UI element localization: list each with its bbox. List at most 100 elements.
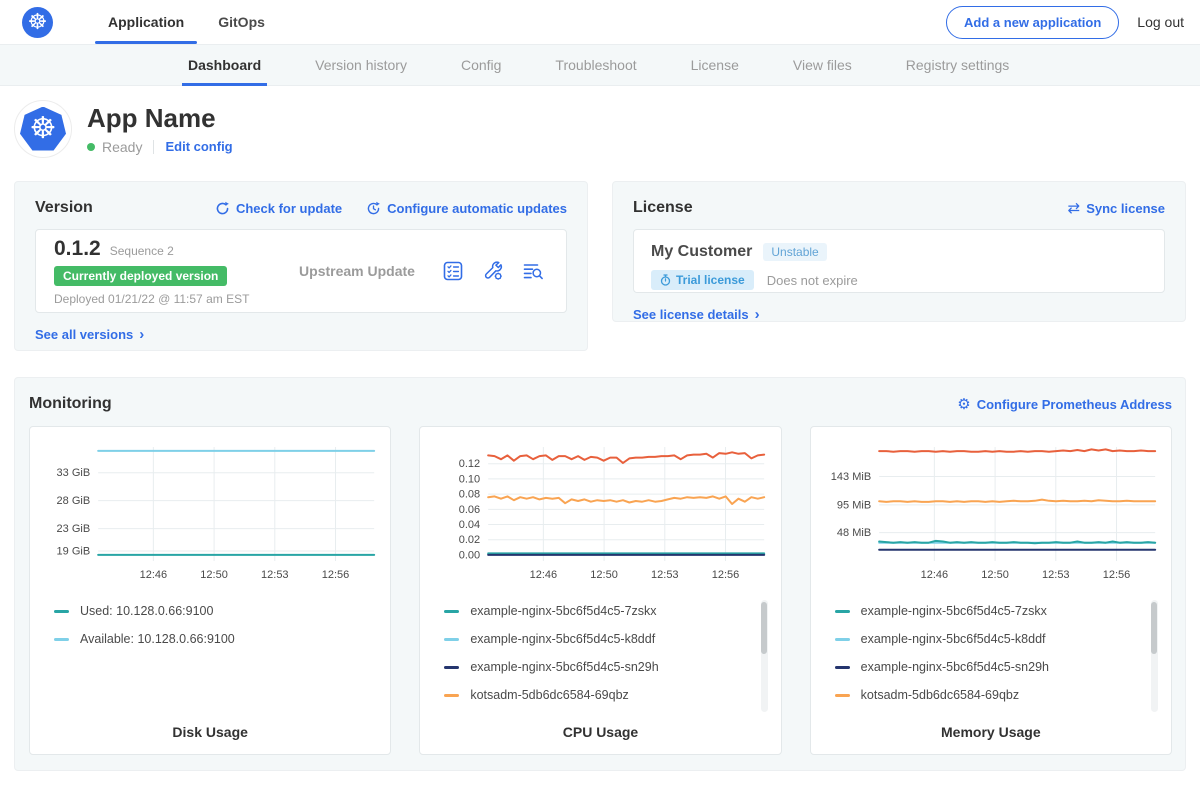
stopwatch-icon bbox=[660, 274, 671, 286]
svg-text:23 GiB: 23 GiB bbox=[57, 523, 91, 535]
status-text: Ready bbox=[102, 139, 142, 155]
svg-text:12:56: 12:56 bbox=[712, 569, 740, 581]
see-all-versions-link[interactable]: See all versions › bbox=[35, 327, 144, 342]
sub-tab-dashboard[interactable]: Dashboard bbox=[188, 45, 261, 85]
top-nav-tabs: ApplicationGitOps bbox=[91, 0, 282, 44]
svg-text:95 MiB: 95 MiB bbox=[837, 499, 871, 511]
svg-text:0.00: 0.00 bbox=[459, 549, 480, 561]
svg-text:12:46: 12:46 bbox=[140, 569, 168, 581]
svg-text:33 GiB: 33 GiB bbox=[57, 467, 91, 479]
cpu-usage-legend: example-nginx-5bc6f5d4c5-7zskx example-ng… bbox=[430, 597, 770, 715]
svg-text:12:53: 12:53 bbox=[1042, 569, 1070, 581]
sub-tab-license[interactable]: License bbox=[691, 45, 739, 85]
legend-item: example-nginx-5bc6f5d4c5-k8ddf bbox=[444, 625, 752, 653]
status-dot-icon bbox=[87, 143, 95, 151]
legend-scrollbar[interactable] bbox=[1151, 600, 1158, 712]
sub-tab-registry-settings[interactable]: Registry settings bbox=[906, 45, 1009, 85]
svg-text:0.12: 0.12 bbox=[459, 458, 480, 470]
check-for-update-link[interactable]: Check for update bbox=[215, 201, 342, 216]
legend-label: example-nginx-5bc6f5d4c5-sn29h bbox=[470, 660, 658, 674]
kubernetes-app-icon: ☸ bbox=[20, 107, 66, 151]
add-application-button[interactable]: Add a new application bbox=[946, 6, 1119, 39]
configure-automatic-updates-link[interactable]: Configure automatic updates bbox=[366, 201, 567, 216]
sub-tab-view-files[interactable]: View files bbox=[793, 45, 852, 85]
license-card: License ⇄ Sync license My Customer Unsta… bbox=[612, 181, 1186, 322]
logout-link[interactable]: Log out bbox=[1137, 14, 1184, 30]
top-tab-application[interactable]: Application bbox=[91, 0, 201, 44]
configure-prometheus-link[interactable]: ⚙ Configure Prometheus Address bbox=[957, 397, 1172, 412]
version-sequence: Sequence 2 bbox=[110, 244, 174, 258]
legend-scrollbar-thumb[interactable] bbox=[761, 602, 767, 654]
svg-text:12:50: 12:50 bbox=[200, 569, 228, 581]
legend-item: example-nginx-5bc6f5d4c5-7zskx bbox=[835, 597, 1143, 625]
preflight-checks-icon[interactable] bbox=[442, 260, 464, 282]
license-info-box: My Customer Unstable Trial license Does … bbox=[633, 229, 1165, 293]
cpu-usage-card: 0.120.100.080.060.040.020.0012:4612:5012… bbox=[419, 426, 781, 755]
legend-item: example-nginx-5bc6f5d4c5-k8ddf bbox=[835, 625, 1143, 653]
memory-usage-card: 143 MiB95 MiB48 MiB12:4612:5012:5312:56 … bbox=[810, 426, 1172, 755]
edit-config-link[interactable]: Edit config bbox=[165, 139, 232, 154]
sync-license-link[interactable]: ⇄ Sync license bbox=[1068, 201, 1165, 216]
legend-item: example-nginx-5bc6f5d4c5-sn29h bbox=[444, 653, 752, 681]
memory-usage-legend: example-nginx-5bc6f5d4c5-7zskx example-ng… bbox=[821, 597, 1161, 715]
top-tab-gitops[interactable]: GitOps bbox=[201, 0, 282, 44]
legend-swatch-icon bbox=[835, 610, 850, 613]
chart-title: Memory Usage bbox=[821, 716, 1161, 744]
legend-scrollbar[interactable] bbox=[761, 600, 768, 712]
monitoring-title: Monitoring bbox=[29, 395, 112, 413]
divider bbox=[153, 140, 154, 154]
legend-label: example-nginx-5bc6f5d4c5-7zskx bbox=[861, 604, 1047, 618]
legend-item: example-nginx-5bc6f5d4c5-7zskx bbox=[444, 597, 752, 625]
chevron-right-icon: › bbox=[755, 307, 760, 322]
deployed-timestamp: Deployed 01/21/22 @ 11:57 am EST bbox=[54, 292, 272, 306]
legend-label: example-nginx-5bc6f5d4c5-7zskx bbox=[470, 604, 656, 618]
svg-text:0.04: 0.04 bbox=[459, 519, 480, 531]
svg-text:12:56: 12:56 bbox=[1102, 569, 1130, 581]
current-version-box: 0.1.2 Sequence 2 Currently deployed vers… bbox=[35, 229, 567, 313]
sub-tab-troubleshoot[interactable]: Troubleshoot bbox=[555, 45, 636, 85]
license-card-title: License bbox=[633, 199, 693, 217]
config-wrench-icon[interactable] bbox=[482, 260, 504, 282]
legend-label: Available: 10.128.0.66:9100 bbox=[80, 632, 235, 646]
legend-item: kotsadm-5db6dc6584-69qbz bbox=[444, 681, 752, 709]
app-icon: ☸ bbox=[14, 100, 72, 158]
chart-title: Disk Usage bbox=[40, 716, 380, 744]
refresh-icon bbox=[215, 201, 230, 216]
svg-text:48 MiB: 48 MiB bbox=[837, 527, 871, 539]
chevron-right-icon: › bbox=[139, 327, 144, 342]
svg-text:0.06: 0.06 bbox=[459, 504, 480, 516]
deploy-logs-icon[interactable] bbox=[522, 260, 544, 282]
legend-label: Used: 10.128.0.66:9100 bbox=[80, 604, 213, 618]
legend-swatch-icon bbox=[835, 666, 850, 669]
legend-scrollbar-thumb[interactable] bbox=[1151, 602, 1157, 654]
sync-icon: ⇄ bbox=[1068, 201, 1081, 216]
license-expiry: Does not expire bbox=[767, 273, 858, 288]
sub-tab-config[interactable]: Config bbox=[461, 45, 501, 85]
svg-text:12:50: 12:50 bbox=[981, 569, 1009, 581]
chart-title: CPU Usage bbox=[430, 716, 770, 744]
sub-tab-version-history[interactable]: Version history bbox=[315, 45, 407, 85]
svg-text:0.02: 0.02 bbox=[459, 534, 480, 546]
svg-text:12:46: 12:46 bbox=[530, 569, 558, 581]
top-nav: ☸ ApplicationGitOps Add a new applicatio… bbox=[0, 0, 1200, 44]
version-number: 0.1.2 bbox=[54, 237, 101, 261]
app-header: ☸ App Name Ready Edit config bbox=[0, 86, 1200, 170]
legend-swatch-icon bbox=[835, 694, 850, 697]
legend-label: kotsadm-5db6dc6584-69qbz bbox=[470, 688, 628, 702]
kubernetes-logo-icon[interactable]: ☸ bbox=[22, 7, 53, 38]
legend-swatch-icon bbox=[444, 610, 459, 613]
app-sub-nav: Dashboard Version history Config Troublesho… bbox=[0, 44, 1200, 86]
license-type-badge: Trial license bbox=[651, 270, 754, 290]
legend-swatch-icon bbox=[54, 638, 69, 641]
gear-icon: ⚙ bbox=[957, 397, 970, 412]
legend-label: example-nginx-5bc6f5d4c5-k8ddf bbox=[470, 632, 655, 646]
svg-text:0.10: 0.10 bbox=[459, 473, 480, 485]
svg-text:12:53: 12:53 bbox=[651, 569, 679, 581]
version-source: Upstream Update bbox=[272, 263, 442, 279]
legend-item: Used: 10.128.0.66:9100 bbox=[54, 597, 362, 625]
legend-swatch-icon bbox=[835, 638, 850, 641]
top-nav-actions: Add a new application Log out bbox=[946, 6, 1184, 39]
page-title: App Name bbox=[87, 103, 233, 134]
svg-text:143 MiB: 143 MiB bbox=[830, 471, 870, 483]
see-license-details-link[interactable]: See license details › bbox=[633, 307, 760, 322]
